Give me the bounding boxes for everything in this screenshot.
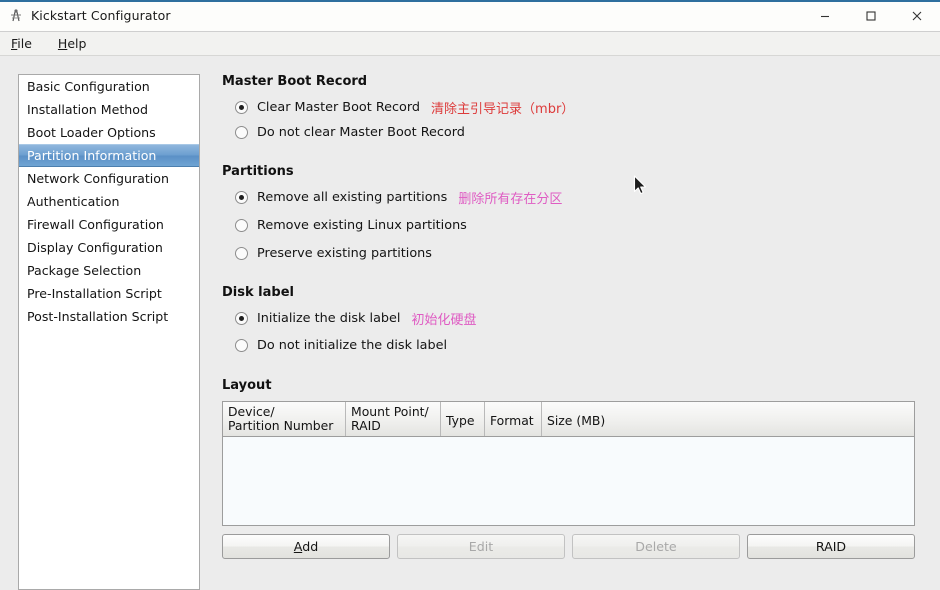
minimize-icon	[821, 15, 829, 17]
radio-initialize-disk-label-label: Initialize the disk label	[257, 311, 401, 326]
annotation-clear-mbr: 清除主引导记录（mbr）	[431, 102, 575, 117]
raid-button-label: RAID	[815, 539, 847, 554]
radio-initialize-disk-label-indicator[interactable]	[235, 312, 248, 325]
radio-remove-all-partitions[interactable]: Remove all existing partitions 删除所有存在分区	[222, 186, 930, 209]
disk-label-section-title: Disk label	[222, 285, 294, 300]
window-title: Kickstart Configurator	[31, 8, 171, 23]
sidebar-item-network-configuration[interactable]: Network Configuration	[19, 167, 199, 190]
add-button[interactable]: Add	[222, 534, 390, 559]
radio-preserve-partitions[interactable]: Preserve existing partitions	[222, 242, 930, 265]
mbr-section-title: Master Boot Record	[222, 74, 368, 89]
menu-help[interactable]: Help	[56, 32, 99, 56]
radio-clear-mbr-label: Clear Master Boot Record	[257, 100, 421, 115]
add-button-accel: A	[293, 539, 303, 554]
column-header-device-partition-number[interactable]: Device/ Partition Number	[223, 402, 346, 436]
radio-remove-linux-partitions[interactable]: Remove existing Linux partitions	[222, 214, 930, 237]
table-body-empty[interactable]	[223, 437, 914, 525]
partitions-section-title: Partitions	[222, 164, 294, 179]
settings-pane: Master Boot Record Clear Master Boot Rec…	[222, 74, 930, 559]
radio-do-not-clear-mbr-label: Do not clear Master Boot Record	[257, 125, 465, 140]
menu-help-rest: elp	[67, 35, 87, 51]
radio-initialize-disk-label[interactable]: Initialize the disk label 初始化硬盘	[222, 307, 930, 330]
radio-remove-all-partitions-label: Remove all existing partitions	[257, 190, 448, 205]
layout-section-title: Layout	[222, 378, 272, 393]
radio-remove-linux-partitions-label: Remove existing Linux partitions	[257, 218, 467, 233]
sidebar-item-installation-method[interactable]: Installation Method	[19, 98, 199, 121]
window-controls	[802, 0, 940, 31]
radio-clear-mbr[interactable]: Clear Master Boot Record 清除主引导记录（mbr）	[222, 96, 930, 119]
column-header-mount-point-raid[interactable]: Mount Point/ RAID	[346, 402, 441, 436]
radio-remove-all-partitions-indicator[interactable]	[235, 191, 248, 204]
sidebar-item-firewall-configuration[interactable]: Firewall Configuration	[19, 213, 199, 236]
delete-button[interactable]: Delete	[572, 534, 740, 559]
radio-do-not-initialize-disk-label[interactable]: Do not initialize the disk label	[222, 334, 930, 357]
category-list[interactable]: Basic Configuration Installation Method …	[18, 74, 200, 590]
raid-button[interactable]: RAID	[747, 534, 915, 559]
delete-button-label: Delete	[635, 539, 677, 554]
column-header-type[interactable]: Type	[441, 402, 485, 436]
sidebar-item-pre-installation-script[interactable]: Pre-Installation Script	[19, 282, 199, 305]
menu-file-rest: ile	[17, 35, 32, 51]
radio-preserve-partitions-indicator[interactable]	[235, 247, 248, 260]
sidebar-item-post-installation-script[interactable]: Post-Installation Script	[19, 305, 199, 328]
window-titlebar: Kickstart Configurator	[0, 0, 940, 32]
edit-button[interactable]: Edit	[397, 534, 565, 559]
menu-help-accel: H	[57, 35, 68, 51]
sidebar-item-package-selection[interactable]: Package Selection	[19, 259, 199, 282]
radio-clear-mbr-indicator[interactable]	[235, 101, 248, 114]
close-button[interactable]	[894, 0, 940, 31]
radio-do-not-initialize-disk-label-label: Do not initialize the disk label	[257, 338, 448, 353]
menu-file[interactable]: File	[9, 32, 44, 56]
annotation-remove-all-partitions: 删除所有存在分区	[458, 192, 563, 207]
radio-do-not-clear-mbr[interactable]: Do not clear Master Boot Record	[222, 121, 930, 144]
partition-layout-table[interactable]: Device/ Partition Number Mount Point/ RA…	[222, 401, 915, 526]
edit-button-label: Edit	[468, 539, 494, 554]
annotation-initialize-disk-label: 初始化硬盘	[411, 313, 477, 328]
maximize-button[interactable]	[848, 0, 894, 31]
sidebar-item-boot-loader-options[interactable]: Boot Loader Options	[19, 121, 199, 144]
sidebar-item-basic-configuration[interactable]: Basic Configuration	[19, 75, 199, 98]
menubar: File Help	[0, 32, 940, 56]
app-icon	[8, 8, 24, 24]
content-area: Basic Configuration Installation Method …	[0, 56, 940, 590]
column-header-format[interactable]: Format	[485, 402, 542, 436]
layout-button-row: Add Edit Delete RAID	[222, 534, 915, 559]
sidebar-item-authentication[interactable]: Authentication	[19, 190, 199, 213]
sidebar-item-display-configuration[interactable]: Display Configuration	[19, 236, 199, 259]
column-header-size-mb[interactable]: Size (MB)	[542, 402, 914, 436]
table-header-row: Device/ Partition Number Mount Point/ RA…	[223, 402, 914, 437]
close-icon	[912, 11, 922, 20]
sidebar-item-partition-information[interactable]: Partition Information	[19, 144, 199, 167]
radio-preserve-partitions-label: Preserve existing partitions	[257, 246, 432, 261]
maximize-icon	[866, 10, 876, 21]
add-button-rest: dd	[302, 539, 319, 554]
radio-remove-linux-partitions-indicator[interactable]	[235, 219, 248, 232]
minimize-button[interactable]	[802, 0, 848, 31]
radio-do-not-clear-mbr-indicator[interactable]	[235, 126, 248, 139]
radio-do-not-initialize-disk-label-indicator[interactable]	[235, 339, 248, 352]
